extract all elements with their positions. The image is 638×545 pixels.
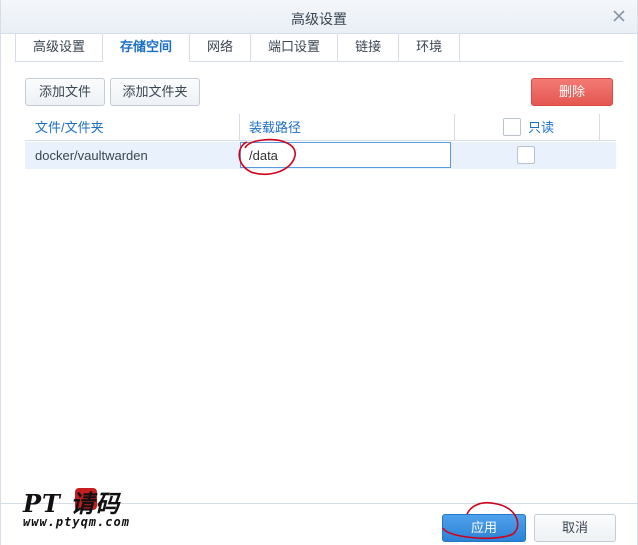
- grid-header: 文件/文件夹 装载路径 只读: [25, 114, 616, 141]
- dialog-titlebar: 高级设置: [1, 0, 637, 34]
- dialog-title: 高级设置: [291, 11, 347, 27]
- column-header-file-folder[interactable]: 文件/文件夹: [25, 114, 104, 141]
- column-header-readonly: 只读: [528, 120, 555, 135]
- tab-links[interactable]: 链接: [337, 34, 398, 62]
- watermark-logo: PT 请码 www.ptyqm.com: [23, 484, 173, 534]
- delete-button[interactable]: 删除: [531, 78, 613, 106]
- tab-port-settings[interactable]: 端口设置: [250, 34, 337, 62]
- add-folder-button[interactable]: 添加文件夹: [110, 78, 200, 106]
- add-file-button[interactable]: 添加文件: [25, 78, 105, 106]
- tab-advanced-settings[interactable]: 高级设置: [15, 34, 102, 62]
- cancel-button[interactable]: 取消: [534, 514, 616, 542]
- apply-button[interactable]: 应用: [442, 514, 526, 542]
- readonly-select-all-checkbox[interactable]: [503, 118, 521, 136]
- column-header-mount-path[interactable]: 装载路径: [239, 114, 301, 141]
- tab-bar: 高级设置 存储空间 网络 端口设置 链接 环境: [15, 34, 623, 63]
- close-icon[interactable]: [611, 8, 627, 24]
- tab-environment[interactable]: 环境: [398, 34, 461, 62]
- storage-toolbar: 添加文件 添加文件夹 删除: [25, 78, 613, 106]
- watermark-url: www.ptyqm.com: [23, 515, 130, 529]
- tab-network[interactable]: 网络: [189, 34, 250, 62]
- file-folder-cell: docker/vaultwarden: [35, 148, 148, 163]
- watermark-title: PT 请码: [23, 489, 121, 518]
- readonly-checkbox[interactable]: [517, 146, 535, 164]
- column-divider[interactable]: [454, 114, 455, 141]
- column-divider[interactable]: [599, 114, 600, 141]
- volume-grid: 文件/文件夹 装载路径 只读 docker/vaultwarden: [25, 114, 616, 169]
- tab-storage[interactable]: 存储空间: [102, 34, 190, 63]
- mount-path-input[interactable]: [240, 142, 451, 168]
- table-row[interactable]: docker/vaultwarden: [25, 142, 616, 169]
- advanced-settings-dialog: 高级设置 高级设置 存储空间 网络 端口设置 链接 环境 添加文件 添加文件夹 …: [0, 0, 638, 545]
